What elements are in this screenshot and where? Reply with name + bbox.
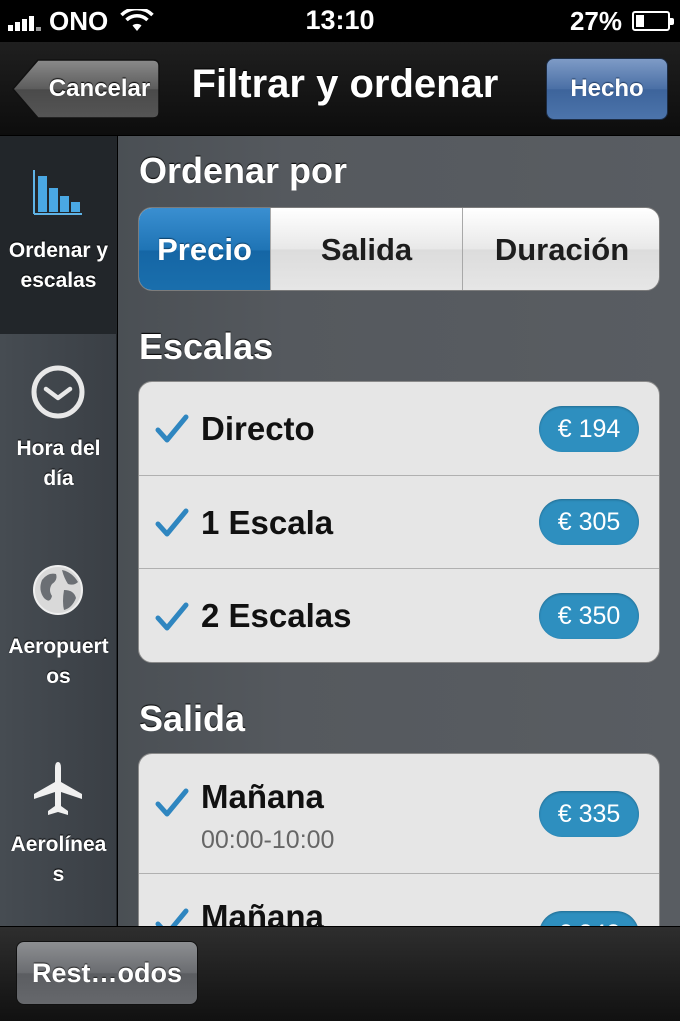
- airplane-icon: [34, 762, 82, 815]
- section-title-stops: Escalas: [139, 326, 274, 367]
- bottom-toolbar: Rest…odos: [0, 926, 680, 1021]
- sidebar-item-label: os: [46, 665, 71, 688]
- section-title-departure: Salida: [139, 698, 246, 739]
- sidebar-item-airlines[interactable]: Aerolínea s: [0, 730, 116, 926]
- stops-row-1-stop[interactable]: 1 Escala € 305: [139, 476, 659, 569]
- sidebar-item-label: Ordenar y: [8, 239, 109, 262]
- stops-row-label: Directo: [201, 410, 315, 447]
- price-badge: € 194: [539, 406, 639, 452]
- battery-fill: [636, 15, 644, 27]
- sort-option-departure[interactable]: Salida: [270, 208, 462, 290]
- price-badge: € 335: [539, 791, 639, 837]
- sidebar-item-airports[interactable]: Aeropuert os: [0, 532, 116, 730]
- sort-segmented-control: Precio Salida Duración: [138, 207, 660, 291]
- departure-row-morning-2[interactable]: Mañana € 343: [139, 874, 659, 926]
- clock-icon: [31, 365, 85, 419]
- battery-icon: [632, 11, 674, 31]
- sidebar-item-sort-and-stops[interactable]: Ordenar y escalas: [0, 136, 116, 334]
- stops-row-direct[interactable]: Directo € 194: [139, 382, 659, 476]
- checkmark-icon: [155, 414, 189, 443]
- done-button[interactable]: Hecho: [546, 58, 668, 120]
- reset-all-button[interactable]: Rest…odos: [16, 941, 198, 1005]
- checkmark-icon: [155, 908, 189, 926]
- sort-option-price[interactable]: Precio: [139, 208, 270, 290]
- departure-row-label: Mañana: [201, 898, 324, 926]
- sidebar-item-label: escalas: [20, 269, 97, 292]
- sidebar-item-label: s: [52, 863, 65, 886]
- stops-list: Directo € 194 1 Escala € 305 2 Escalas €…: [138, 381, 660, 663]
- sidebar-item-label: día: [43, 467, 74, 490]
- stops-row-2-stops[interactable]: 2 Escalas € 350: [139, 569, 659, 662]
- filter-content: Ordenar por Precio Salida Duración Escal…: [118, 136, 680, 926]
- checkmark-icon: [155, 788, 189, 817]
- status-right: 27%: [569, 5, 674, 36]
- filter-sidebar: Ordenar y escalas Hora del día Aeropuert…: [0, 136, 117, 926]
- stops-row-label: 2 Escalas: [201, 597, 352, 634]
- departure-row-morning[interactable]: Mañana 00:00-10:00 € 335: [139, 754, 659, 874]
- globe-icon: [33, 565, 83, 615]
- section-title-sort: Ordenar por: [139, 150, 348, 191]
- bar-chart-icon: [33, 170, 82, 215]
- departure-list: Mañana 00:00-10:00 € 335 Mañana € 343: [138, 753, 660, 926]
- price-badge: € 305: [539, 499, 639, 545]
- sidebar-item-label: Aeropuert: [8, 635, 109, 658]
- price-badge: € 350: [539, 593, 639, 639]
- navigation-bar: Cancelar Filtrar y ordenar Hecho: [0, 42, 680, 136]
- sidebar-item-label: Aerolínea: [10, 833, 107, 856]
- departure-row-time-range: 00:00-10:00: [201, 826, 335, 854]
- sidebar-item-time-of-day[interactable]: Hora del día: [0, 334, 116, 532]
- sidebar-item-label: Hora del: [16, 437, 101, 460]
- checkmark-icon: [155, 508, 189, 537]
- status-bar: ONO 13:10 27%: [0, 0, 680, 42]
- departure-row-label: Mañana: [201, 778, 324, 815]
- price-badge: € 343: [539, 911, 639, 926]
- checkmark-icon: [155, 602, 189, 631]
- sort-option-duration[interactable]: Duración: [462, 208, 659, 290]
- battery-percent: 27%: [569, 5, 622, 36]
- stops-row-label: 1 Escala: [201, 504, 334, 541]
